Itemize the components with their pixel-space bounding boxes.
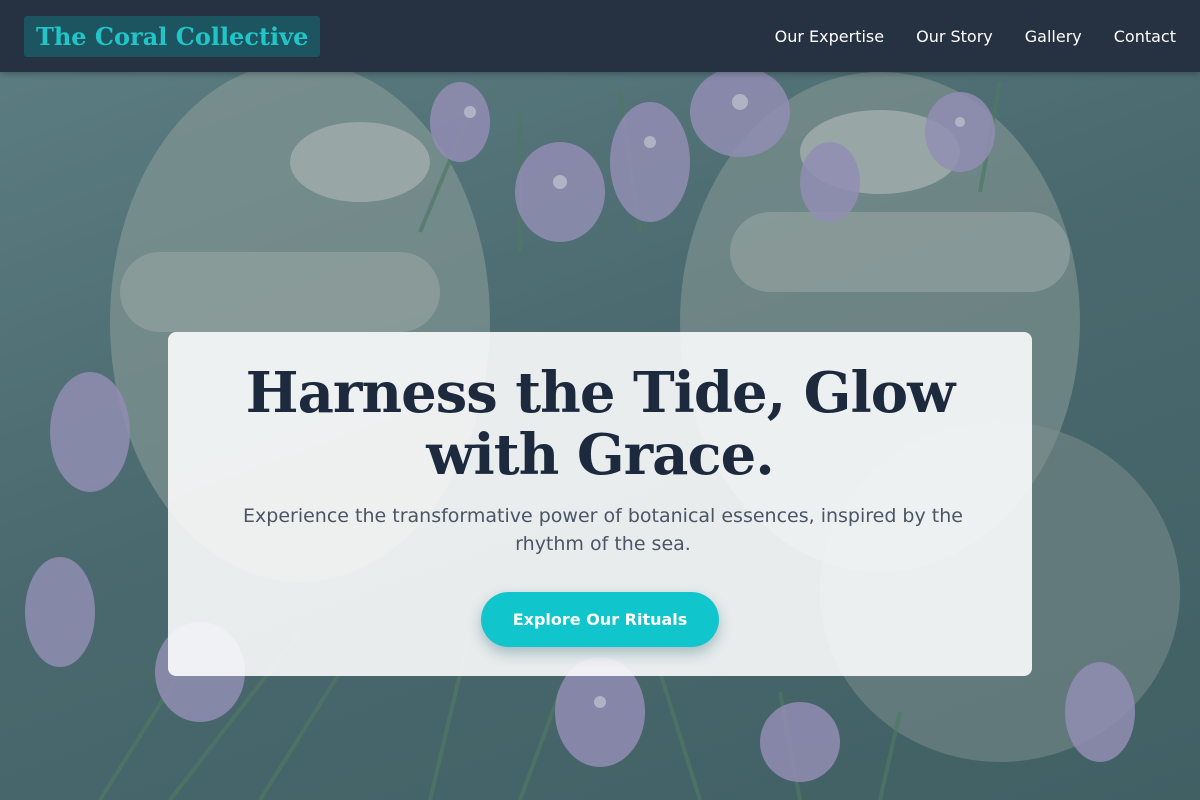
hero-card: Harness the Tide, Glow with Grace. Exper… (168, 332, 1032, 676)
hero-section: Harness the Tide, Glow with Grace. Exper… (0, 72, 1200, 800)
brand-logo[interactable]: The Coral Collective (24, 15, 321, 57)
nav-link-our-story[interactable]: Our Story (916, 27, 993, 46)
main-nav: Our Expertise Our Story Gallery Contact (775, 27, 1176, 46)
explore-rituals-button[interactable]: Explore Our Rituals (480, 592, 720, 647)
hero-headline: Harness the Tide, Glow with Grace. (245, 360, 956, 488)
hero-subtext: Experience the transformative power of b… (243, 505, 963, 555)
nav-link-our-expertise[interactable]: Our Expertise (775, 27, 884, 46)
nav-link-gallery[interactable]: Gallery (1025, 27, 1082, 46)
nav-link-contact[interactable]: Contact (1114, 27, 1176, 46)
top-navbar: The Coral Collective Our Expertise Our S… (0, 0, 1200, 72)
